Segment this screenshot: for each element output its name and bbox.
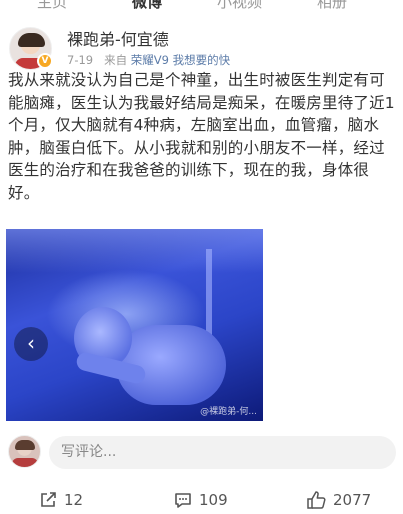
- post-image[interactable]: @裸跑弟-何...: [6, 229, 263, 421]
- like-button[interactable]: 2077: [306, 490, 371, 510]
- avatar-hair: [18, 33, 45, 47]
- comment-count: 109: [199, 491, 228, 509]
- post-text: 我从来就没认为自己是个神童，出生时被医生判定有可能脑瘫，医生认为我最好结局是痴呆…: [8, 71, 395, 202]
- comment-input[interactable]: 写评论...: [49, 436, 396, 469]
- comment-button[interactable]: 109: [173, 490, 228, 510]
- post-date: 7-19: [67, 53, 94, 67]
- thumbs-up-icon: [307, 491, 326, 509]
- username[interactable]: 裸跑弟-何宜德: [67, 26, 169, 50]
- tab-short-video[interactable]: 小视频: [217, 0, 262, 12]
- post-meta: 7-19 来自 荣耀V9 我想要的快: [67, 52, 230, 68]
- incubator-stand: [206, 249, 212, 339]
- action-bar: 12 109 2077: [0, 490, 403, 514]
- repost-count: 12: [64, 491, 84, 509]
- my-avatar-hair: [15, 440, 35, 450]
- like-count: 2077: [333, 491, 372, 509]
- my-avatar-shirt: [12, 458, 38, 467]
- verified-badge-icon: V: [37, 53, 53, 69]
- tab-home[interactable]: 主页: [37, 0, 67, 12]
- image-watermark: @裸跑弟-何...: [200, 407, 257, 417]
- source-prefix: 来自: [104, 53, 128, 67]
- tab-weibo[interactable]: 微博: [132, 0, 162, 12]
- comment-icon: [175, 493, 191, 508]
- tab-album[interactable]: 相册: [317, 0, 347, 12]
- repost-icon: [41, 492, 56, 507]
- incubator-rail: [6, 229, 263, 273]
- chevron-left-icon[interactable]: ‹: [14, 327, 48, 361]
- repost-button[interactable]: 12: [38, 490, 83, 510]
- profile-tabs: 主页 微博 小视频 相册: [0, 0, 403, 11]
- post-source[interactable]: 荣耀V9 我想要的快: [131, 53, 230, 67]
- my-avatar: [8, 435, 41, 468]
